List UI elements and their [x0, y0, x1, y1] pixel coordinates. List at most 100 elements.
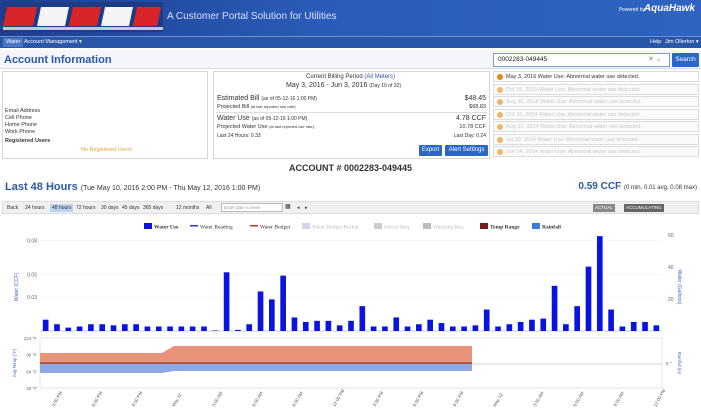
alert-item[interactable]: Aug 12, 2014 Water Use: Abnormal water u…: [493, 121, 699, 132]
range-option-365-days[interactable]: 365 days: [143, 205, 163, 211]
range-option-12-months[interactable]: 12 months: [176, 205, 199, 211]
x-tick-label: 3:00 PM: [372, 390, 385, 407]
y-axis-label: Water (CCF): [14, 273, 20, 301]
legend-swatch: [302, 223, 310, 229]
usage-bar: [551, 285, 558, 331]
y-tick-label-right: 20: [668, 297, 674, 303]
usage-bar: [608, 309, 614, 331]
alert-text: Jun 14, 2014 Water Use: Abnormal water u…: [506, 149, 641, 155]
usage-bar: [585, 266, 592, 331]
usage-bar: [269, 299, 275, 331]
alert-icon: [497, 124, 503, 130]
usage-bar: [314, 320, 320, 331]
usage-bar: [540, 318, 547, 331]
alert-item[interactable]: Jul 20, 2014 Water Use: Abnormal water u…: [493, 133, 699, 145]
temp-tick-label: 32 °F: [26, 386, 37, 391]
usage-bar: [110, 325, 117, 331]
contact-panel: Email Address Cell Phone Home Phone Work…: [2, 71, 208, 159]
legend-label: Watering Req: [433, 225, 464, 231]
aquahawk-logo: AquaHawk: [643, 3, 695, 14]
range-option-all[interactable]: All: [206, 205, 212, 211]
usage-bar: [88, 324, 94, 331]
usage-bar: [201, 326, 207, 331]
cell-phone-label: Cell Phone: [5, 115, 32, 121]
nav-user-menu[interactable]: Jim Ollerton ▾: [665, 39, 699, 45]
x-tick-label: 9:00 AM: [612, 390, 625, 407]
estimated-bill-value: $48.45: [464, 95, 486, 102]
next-arrow-icon[interactable]: ▸: [305, 205, 308, 211]
nav-account-management[interactable]: Account Management ▾: [24, 39, 82, 45]
export-button[interactable]: Export: [419, 145, 442, 156]
range-option-45-days[interactable]: 45 days: [122, 205, 140, 211]
legend-label: Water Reading: [200, 225, 233, 231]
alert-icon: [497, 99, 503, 105]
alerts-list: May 3, 2016 Water Use: Abnormal water us…: [493, 71, 699, 159]
nav-water[interactable]: Water: [3, 38, 24, 47]
usage-bar: [529, 319, 535, 331]
usage-bar: [382, 326, 388, 331]
top-nav: Water Account Management ▾ Help Jim Olle…: [0, 36, 701, 48]
usage-bar: [99, 324, 106, 331]
x-tick-label: May 12: [492, 392, 504, 408]
range-option-48-hours[interactable]: 48 hours: [50, 204, 74, 212]
email-label: Email Address: [5, 108, 41, 114]
range-option-24-hours[interactable]: 24 hours: [25, 205, 44, 211]
usage-bar: [427, 319, 433, 331]
legend-swatch: [374, 223, 382, 229]
legend-label: Water Budget: [260, 225, 291, 231]
alert-item[interactable]: Oct 15, 2014 Water Use: Abnormal water u…: [493, 108, 699, 120]
usage-bar: [461, 326, 467, 331]
range-option-72-hours[interactable]: 72 hours: [76, 205, 95, 211]
prev-arrow-icon[interactable]: ◂: [297, 205, 300, 211]
utility-logo: [3, 2, 163, 32]
usage-bar: [223, 272, 230, 331]
x-tick-label: 3:00 AM: [211, 390, 224, 407]
x-tick-label: 9:00 AM: [291, 390, 304, 407]
alert-settings-button[interactable]: Alert Settings: [445, 145, 488, 156]
range-option-30-days[interactable]: 30 days: [101, 205, 119, 211]
usage-bar: [133, 324, 139, 331]
legend-label: Water Use: [154, 225, 179, 231]
x-tick-label: 12:00 PM: [331, 388, 345, 407]
nav-help[interactable]: Help: [650, 39, 661, 45]
y-tick-label-right: 40: [668, 265, 674, 271]
legend-label: Temp Range: [490, 225, 520, 231]
alert-icon: [497, 149, 503, 155]
work-phone-label: Work Phone: [5, 129, 36, 135]
alert-item[interactable]: May 3, 2016 Water Use: Abnormal water us…: [493, 71, 699, 82]
usage-bar: [619, 326, 626, 331]
legend-swatch: [423, 223, 431, 229]
usage-bar: [212, 330, 219, 331]
range-total: 0.59 CCF (0 min, 0.01 avg, 0.08 max): [578, 181, 697, 192]
usage-bar: [336, 325, 343, 331]
actual-toggle[interactable]: ACTUAL: [593, 204, 615, 212]
account-search-input[interactable]: 0002283-049445: [493, 53, 670, 67]
x-tick-label: 6:00 AM: [572, 390, 585, 407]
date-input[interactable]: Enter date to view: [221, 203, 283, 212]
usage-bar: [472, 325, 479, 331]
usage-bar: [291, 317, 298, 331]
legend-swatch: [480, 223, 488, 229]
x-tick-label: 3:00 PM: [51, 390, 64, 407]
alert-icon: [497, 86, 503, 93]
all-meters-link[interactable]: (All Meters): [364, 74, 395, 80]
range-option-back[interactable]: Back: [7, 205, 18, 211]
search-button[interactable]: Search: [672, 53, 699, 67]
alert-text: Oct 15, 2014 Water Use: Abnormal water u…: [506, 111, 641, 118]
calendar-icon[interactable]: ▦: [285, 203, 291, 210]
alert-text: Oct 15, 2015 Water Use: Abnormal water u…: [506, 86, 641, 93]
alert-item[interactable]: Oct 15, 2015 Water Use: Abnormal water u…: [493, 83, 699, 95]
alert-item[interactable]: Aug 30, 2015 Water Use: Abnormal water u…: [493, 96, 699, 107]
projected-bill-label: Projected Bill (at last reported use rat…: [217, 104, 296, 110]
x-tick-label: May 11: [171, 392, 183, 407]
usage-bar: [121, 324, 128, 331]
alert-item[interactable]: Jun 14, 2014 Water Use: Abnormal water u…: [493, 146, 699, 157]
temp-axis-label: Avg Temp (°F): [12, 348, 17, 377]
accumulating-toggle[interactable]: ACCUMULATING: [624, 204, 664, 212]
water-use-value: 4.78 CCF: [456, 115, 486, 122]
temp-tick-label: 124 °F: [24, 336, 38, 341]
usage-bar: [144, 326, 151, 331]
billing-period: May 3, 2016 - Jun 3, 2016 (Day 10 of 32): [286, 82, 401, 89]
usage-bar: [65, 327, 72, 331]
search-clear-icon[interactable]: ✕ ⌄: [648, 55, 662, 63]
